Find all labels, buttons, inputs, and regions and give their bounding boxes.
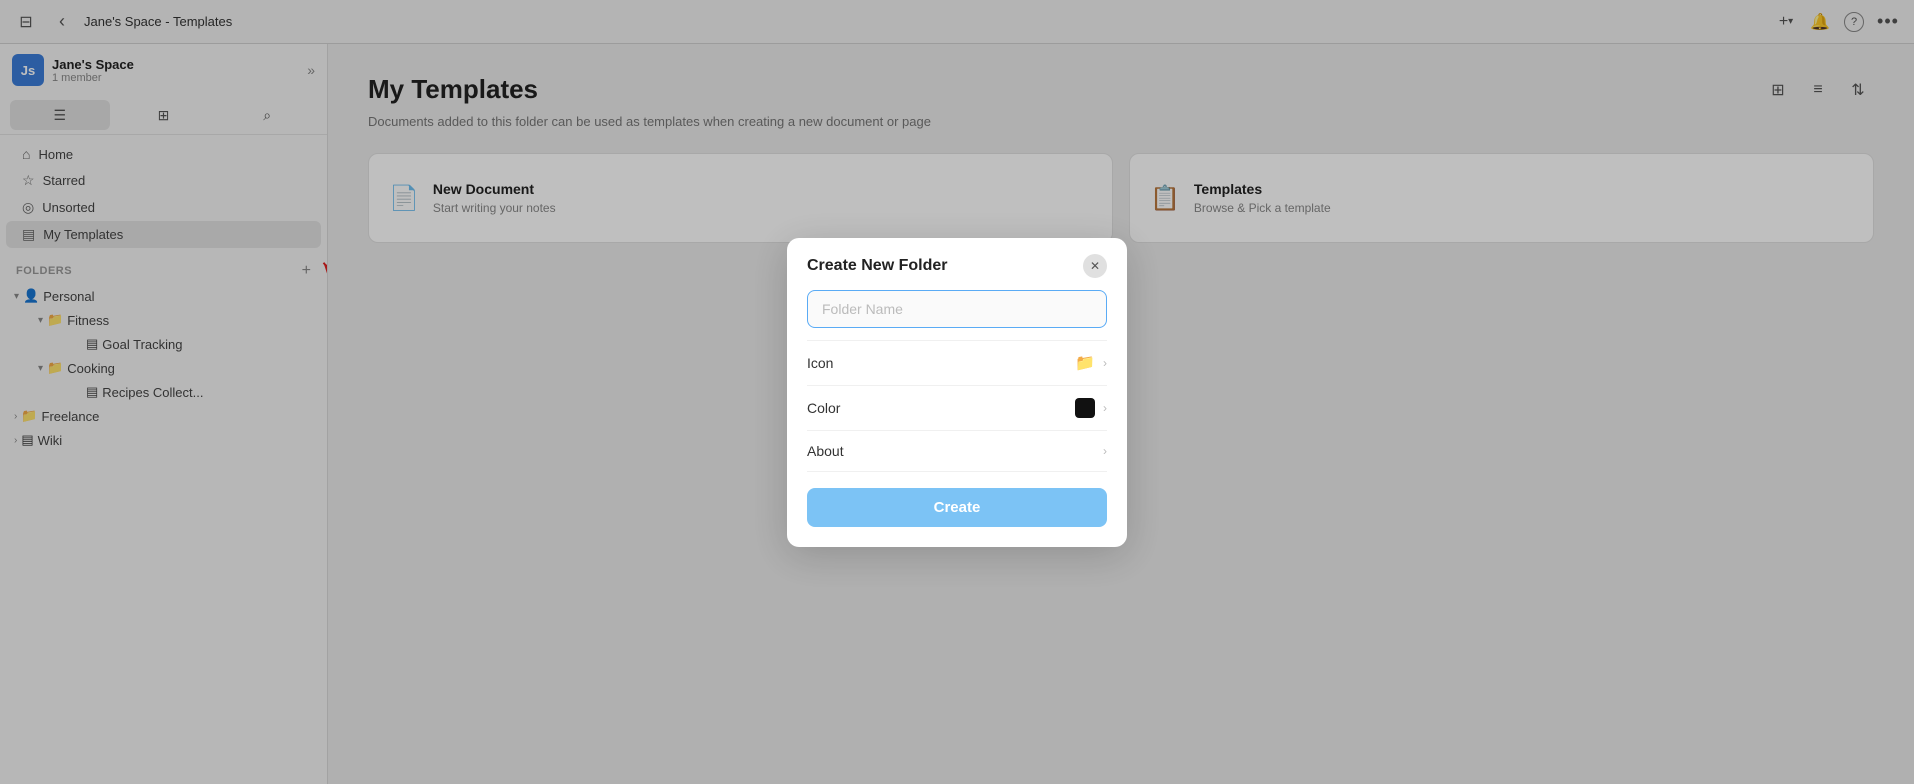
modal-row-about-right: › xyxy=(1103,444,1107,458)
color-swatch xyxy=(1075,398,1095,418)
modal-title: Create New Folder xyxy=(807,257,947,275)
chevron-right-icon: › xyxy=(1103,356,1107,370)
modal-row-color-right: › xyxy=(1075,398,1107,418)
close-icon: ✕ xyxy=(1090,259,1100,273)
modal-overlay[interactable]: Create New Folder ✕ Icon 📁 › Color › xyxy=(0,0,1914,784)
chevron-right-icon: › xyxy=(1103,444,1107,458)
icon-preview: 📁 xyxy=(1075,353,1095,373)
modal-body: Icon 📁 › Color › About › xyxy=(787,290,1127,547)
modal-row-about[interactable]: About › xyxy=(807,430,1107,472)
create-folder-modal: Create New Folder ✕ Icon 📁 › Color › xyxy=(787,238,1127,547)
folder-name-input[interactable] xyxy=(807,290,1107,328)
modal-close-button[interactable]: ✕ xyxy=(1083,254,1107,278)
modal-header: Create New Folder ✕ xyxy=(787,238,1127,290)
modal-row-icon[interactable]: Icon 📁 › xyxy=(807,340,1107,385)
modal-row-color[interactable]: Color › xyxy=(807,385,1107,430)
modal-row-color-label: Color xyxy=(807,400,840,416)
modal-row-about-label: About xyxy=(807,443,844,459)
modal-row-icon-right: 📁 › xyxy=(1075,353,1107,373)
modal-row-icon-label: Icon xyxy=(807,355,833,371)
chevron-right-icon: › xyxy=(1103,401,1107,415)
create-folder-button[interactable]: Create xyxy=(807,488,1107,527)
